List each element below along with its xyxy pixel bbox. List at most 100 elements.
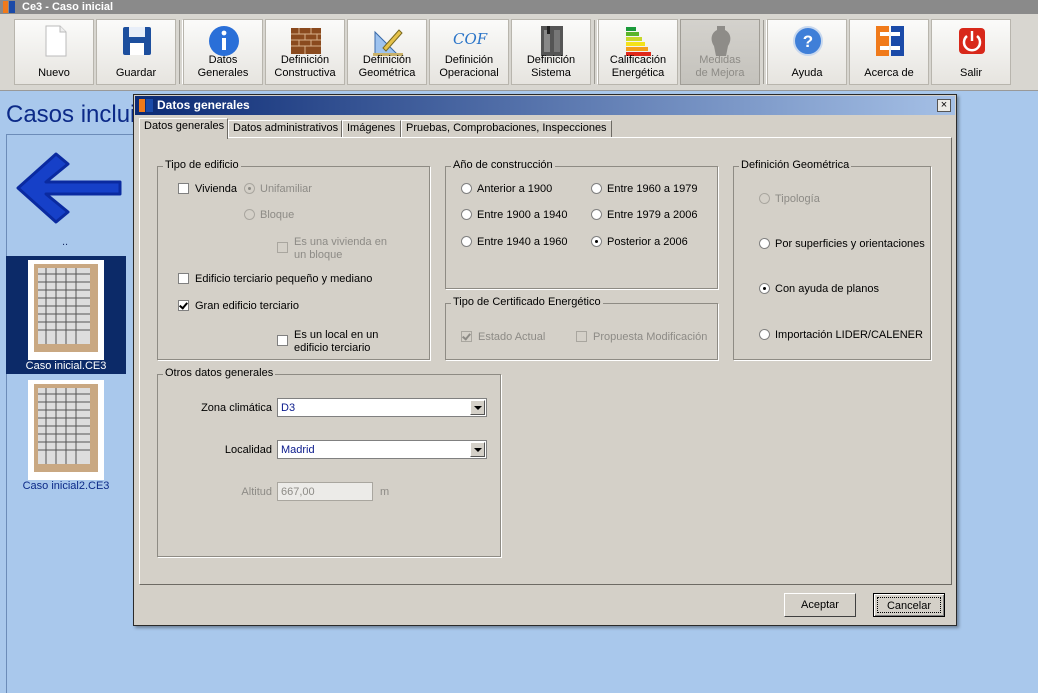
energy-label-icon bbox=[626, 27, 651, 56]
acerca-de-button[interactable]: Acerca de bbox=[849, 19, 929, 85]
definicion-constructiva-label: Definición Constructiva bbox=[274, 54, 336, 79]
zona-climatica-label: Zona climática bbox=[201, 402, 272, 414]
boiler-system-icon bbox=[541, 26, 563, 56]
window-titlebar: Ce3 - Caso inicial bbox=[0, 0, 1038, 14]
ayuda-planos-radio[interactable]: Con ayuda de planos bbox=[759, 282, 879, 296]
tab-imagenes[interactable]: Imágenes bbox=[342, 120, 401, 137]
tab-datos-generales[interactable]: Datos generales bbox=[139, 118, 228, 139]
bloque-radio[interactable]: Bloque bbox=[244, 208, 294, 222]
parent-directory[interactable]: .. bbox=[62, 236, 68, 248]
group-title: Definición Geométrica bbox=[739, 159, 852, 171]
estado-actual-checkbox[interactable]: Estado Actual bbox=[461, 330, 545, 344]
set-square-pencil-icon bbox=[373, 29, 403, 56]
tipo-certificado-group: Tipo de Certificado Energético Estado Ac… bbox=[445, 296, 718, 360]
calificacion-energetica-label: Calificación Energética bbox=[609, 54, 667, 79]
tipologia-radio[interactable]: Tipología bbox=[759, 192, 820, 206]
ayuda-button[interactable]: ? Ayuda bbox=[767, 19, 847, 85]
acerca-de-label: Acerca de bbox=[864, 67, 914, 79]
nuevo-button[interactable]: Nuevo bbox=[14, 19, 94, 85]
definicion-operacional-button[interactable]: COF Definición Operacional bbox=[429, 19, 509, 85]
entre-1960-1979-radio[interactable]: Entre 1960 a 1979 bbox=[591, 182, 698, 196]
main-toolbar: Nuevo Guardar Datos Generales Definición C… bbox=[0, 14, 1038, 91]
otros-datos-group: Otros datos generales Zona climática D3 … bbox=[157, 367, 501, 557]
superficies-orientaciones-radio[interactable]: Por superficies y orientaciones bbox=[759, 237, 925, 251]
salir-button[interactable]: Salir bbox=[931, 19, 1011, 85]
guardar-label: Guardar bbox=[115, 67, 157, 79]
chevron-down-icon[interactable] bbox=[470, 400, 485, 415]
definicion-geometrica-label: Definición Geométrica bbox=[358, 54, 416, 79]
localidad-label: Localidad bbox=[224, 444, 272, 456]
guardar-button[interactable]: Guardar bbox=[96, 19, 176, 85]
file-name: Caso inicial2.CE3 bbox=[22, 480, 110, 492]
building-thumbnail-icon bbox=[28, 380, 104, 480]
vase-icon bbox=[711, 26, 731, 56]
brick-wall-icon bbox=[291, 28, 321, 54]
altitud-input[interactable]: 667,00 bbox=[277, 482, 373, 501]
nuevo-label: Nuevo bbox=[38, 67, 70, 79]
cof-text-icon: COF bbox=[453, 30, 488, 48]
definicion-geometrica-group: Definición Geométrica Tipología Por supe… bbox=[733, 159, 931, 360]
building-thumbnail-icon bbox=[28, 260, 104, 360]
tab-panel: Tipo de edificio Vivienda Unifamiliar Bl… bbox=[139, 137, 952, 585]
ce3-logo-icon bbox=[876, 26, 904, 56]
posterior-2006-radio[interactable]: Posterior a 2006 bbox=[591, 235, 688, 249]
vivienda-checkbox[interactable]: Vivienda bbox=[178, 182, 237, 196]
definicion-constructiva-button[interactable]: Definición Constructiva bbox=[265, 19, 345, 85]
datos-generales-button[interactable]: Datos Generales bbox=[183, 19, 263, 85]
medidas-de-mejora-label: Medidas de Mejora bbox=[695, 54, 745, 79]
close-button[interactable]: × bbox=[937, 99, 951, 112]
datos-generales-label: Datos Generales bbox=[197, 54, 249, 79]
file-item[interactable]: Caso inicial2.CE3 bbox=[6, 376, 126, 494]
dialog-title: Datos generales bbox=[157, 98, 250, 112]
power-icon bbox=[959, 28, 985, 54]
altitud-label: Altitud bbox=[241, 486, 272, 498]
ce3-logo-icon bbox=[139, 99, 153, 112]
group-title: Otros datos generales bbox=[163, 367, 276, 379]
localidad-select[interactable]: Madrid bbox=[277, 440, 487, 459]
ayuda-label: Ayuda bbox=[791, 67, 823, 79]
group-title: Tipo de Certificado Energético bbox=[451, 296, 603, 308]
cancelar-button[interactable]: Cancelar bbox=[873, 593, 945, 617]
altitud-unit: m bbox=[380, 486, 390, 498]
save-disk-icon bbox=[123, 27, 151, 55]
gran-terciario-checkbox[interactable]: Gran edificio terciario bbox=[178, 299, 299, 313]
terciario-pequeno-checkbox[interactable]: Edificio terciario pequeño y mediano bbox=[178, 272, 372, 286]
file-name: Caso inicial.CE3 bbox=[25, 360, 107, 372]
chevron-down-icon[interactable] bbox=[470, 442, 485, 457]
anio-construccion-group: Año de construcción Anterior a 1900 Entr… bbox=[445, 159, 718, 289]
tab-pruebas[interactable]: Pruebas, Comprobaciones, Inspecciones bbox=[401, 120, 612, 137]
window-title: Ce3 - Caso inicial bbox=[22, 1, 114, 13]
calificacion-energetica-button[interactable]: Calificación Energética bbox=[598, 19, 678, 85]
medidas-de-mejora-button[interactable]: Medidas de Mejora bbox=[680, 19, 760, 85]
unifamiliar-radio[interactable]: Unifamiliar bbox=[244, 182, 312, 196]
cancelar-label: Cancelar bbox=[877, 597, 941, 613]
dialog-titlebar: Datos generales × bbox=[135, 96, 955, 115]
definicion-sistema-button[interactable]: Definición Sistema bbox=[511, 19, 591, 85]
propuesta-modificacion-checkbox[interactable]: Propuesta Modificación bbox=[576, 330, 707, 344]
help-icon: ? bbox=[793, 26, 823, 56]
info-icon bbox=[209, 26, 239, 56]
entre-1979-2006-radio[interactable]: Entre 1979 a 2006 bbox=[591, 208, 698, 222]
new-document-icon bbox=[45, 25, 67, 57]
importacion-lider-radio[interactable]: Importación LIDER/CALENER bbox=[759, 328, 923, 342]
app-logo-icon bbox=[3, 1, 15, 13]
datos-generales-dialog: Datos generales × Datos generales Datos … bbox=[133, 94, 957, 626]
definicion-sistema-label: Definición Sistema bbox=[526, 54, 576, 79]
tab-datos-administrativos[interactable]: Datos administrativos bbox=[228, 120, 342, 137]
vivienda-en-bloque-checkbox[interactable]: Es una vivienda en un bloque bbox=[277, 236, 387, 262]
group-title: Año de construcción bbox=[451, 159, 555, 171]
aceptar-button[interactable]: Aceptar bbox=[784, 593, 856, 617]
anterior-1900-radio[interactable]: Anterior a 1900 bbox=[461, 182, 552, 196]
tipo-edificio-group: Tipo de edificio Vivienda Unifamiliar Bl… bbox=[157, 159, 430, 360]
entre-1940-1960-radio[interactable]: Entre 1940 a 1960 bbox=[461, 235, 568, 249]
definicion-geometrica-button[interactable]: Definición Geométrica bbox=[347, 19, 427, 85]
svg-text:?: ? bbox=[803, 32, 813, 51]
salir-label: Salir bbox=[959, 67, 982, 79]
zona-climatica-select[interactable]: D3 bbox=[277, 398, 487, 417]
definicion-operacional-label: Definición Operacional bbox=[439, 54, 499, 79]
group-title: Tipo de edificio bbox=[163, 159, 241, 171]
entre-1900-1940-radio[interactable]: Entre 1900 a 1940 bbox=[461, 208, 568, 222]
local-en-terciario-checkbox[interactable]: Es un local en un edificio terciario bbox=[277, 329, 378, 355]
file-item[interactable]: Caso inicial.CE3 bbox=[6, 256, 126, 374]
back-arrow-icon[interactable] bbox=[16, 148, 124, 228]
